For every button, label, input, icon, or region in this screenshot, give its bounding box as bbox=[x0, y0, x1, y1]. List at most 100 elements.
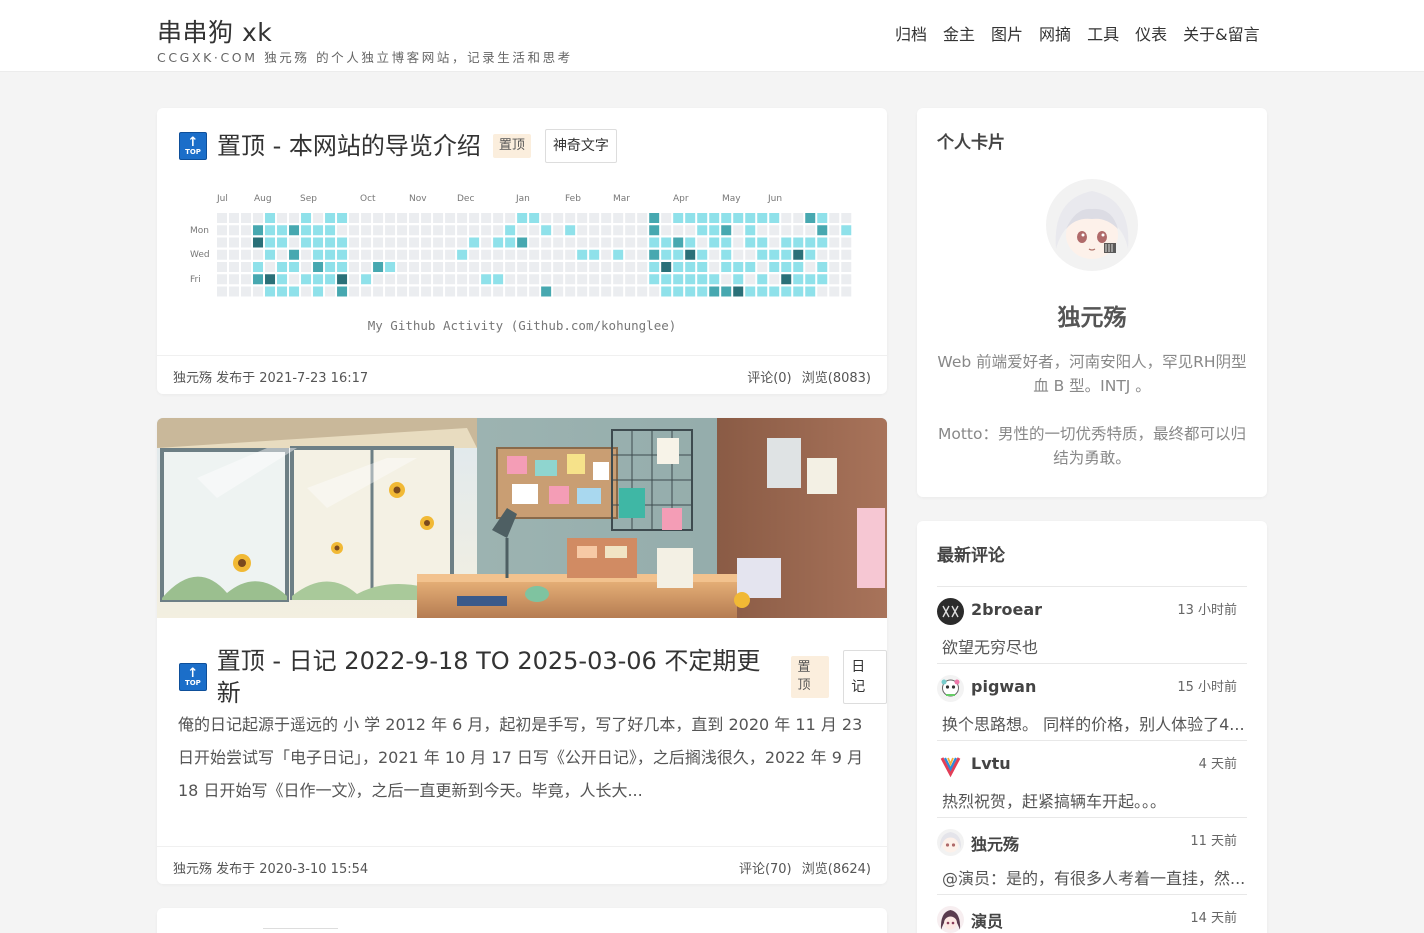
commenter-avatar bbox=[937, 906, 964, 933]
contribution-cell bbox=[421, 237, 432, 248]
nav-sponsors[interactable]: 金主 bbox=[943, 24, 975, 46]
commenter-name[interactable]: 2broear bbox=[971, 600, 1042, 619]
contribution-cell bbox=[541, 286, 552, 297]
contribution-cell bbox=[241, 213, 252, 223]
contribution-cell bbox=[445, 249, 456, 260]
contribution-cell bbox=[433, 274, 444, 285]
view-count: 浏览(8083) bbox=[801, 371, 871, 386]
nav-tools[interactable]: 工具 bbox=[1087, 24, 1119, 46]
contribution-cell bbox=[841, 286, 852, 297]
contribution-cell bbox=[421, 262, 432, 272]
contribution-cell bbox=[697, 225, 708, 236]
post-title[interactable]: 置顶 - 日记 2022-9-18 TO 2025-03-06 不定期更新 bbox=[217, 645, 780, 709]
category-tag[interactable]: 日记 bbox=[843, 650, 887, 704]
contribution-cell bbox=[361, 286, 372, 297]
commenter-name[interactable]: Lvtu bbox=[971, 754, 1011, 773]
contribution-cell bbox=[745, 225, 756, 236]
contribution-cell bbox=[721, 213, 732, 223]
post-title-row: ↑ TOP 置顶 - 日记 2022-9-18 TO 2025-03-06 不定期… bbox=[179, 645, 887, 709]
contribution-cell bbox=[637, 262, 648, 272]
contribution-cell bbox=[445, 225, 456, 236]
contribution-cell bbox=[709, 262, 720, 272]
comment-text[interactable]: @演员：是的，有很多人考着一直挂，然... bbox=[942, 865, 1247, 889]
contribution-cell bbox=[397, 249, 408, 260]
contribution-cell bbox=[625, 249, 636, 260]
commenter-avatar bbox=[937, 752, 964, 779]
post-title[interactable]: 置顶 - 本网站的导览介绍 bbox=[217, 130, 481, 162]
contribution-cell bbox=[829, 237, 840, 248]
comment-item[interactable]: 2broear 13 小时前 欲望无穷尽也 bbox=[937, 586, 1247, 663]
contribution-cell bbox=[397, 237, 408, 248]
nav-dashboard[interactable]: 仪表 bbox=[1135, 24, 1167, 46]
post-banner-image[interactable] bbox=[157, 418, 887, 618]
nav-images[interactable]: 图片 bbox=[991, 24, 1023, 46]
contribution-cell bbox=[469, 274, 480, 285]
contribution-cell bbox=[373, 225, 384, 236]
commenter-name[interactable]: pigwan bbox=[971, 677, 1036, 696]
comment-count[interactable]: 评论(70) bbox=[739, 862, 792, 877]
contribution-cell bbox=[337, 262, 348, 272]
contribution-cell bbox=[349, 262, 360, 272]
contribution-cell bbox=[685, 249, 696, 260]
contribution-cell bbox=[469, 237, 480, 248]
contribution-cell bbox=[805, 274, 816, 285]
brand: 串串狗 xk CCGXK·COM 独元殇 的个人独立博客网站，记录生活和思考 bbox=[157, 16, 573, 66]
contribution-cell bbox=[229, 225, 240, 236]
contribution-cell bbox=[385, 249, 396, 260]
contribution-cell bbox=[553, 249, 564, 260]
contribution-cell bbox=[529, 249, 540, 260]
contribution-cell bbox=[229, 274, 240, 285]
contribution-cell bbox=[673, 213, 684, 223]
avatar[interactable] bbox=[1046, 179, 1138, 271]
contribution-cell bbox=[769, 213, 780, 223]
commenter-name[interactable]: 演员 bbox=[971, 908, 1003, 932]
contribution-cell bbox=[265, 237, 276, 248]
comment-item[interactable]: 独元殇 11 天前 @演员：是的，有很多人考着一直挂，然... bbox=[937, 817, 1247, 894]
contribution-cell bbox=[733, 262, 744, 272]
contribution-cell bbox=[829, 213, 840, 223]
nav-excerpts[interactable]: 网摘 bbox=[1039, 24, 1071, 46]
contribution-cell bbox=[277, 274, 288, 285]
contribution-cell bbox=[565, 286, 576, 297]
contribution-cell bbox=[409, 249, 420, 260]
contribution-cell bbox=[841, 213, 852, 223]
contribution-cell bbox=[493, 274, 504, 285]
contribution-cell bbox=[757, 237, 768, 248]
contribution-cell bbox=[829, 249, 840, 260]
comment-text[interactable]: 换个思路想。 同样的价格，别人体验了4... bbox=[942, 711, 1247, 735]
contribution-cell bbox=[253, 213, 264, 223]
comment-item[interactable]: Lvtu 4 天前 热烈祝贺，赶紧搞辆车开起。。。 bbox=[937, 740, 1247, 817]
site-title[interactable]: 串串狗 xk bbox=[157, 16, 573, 50]
contribution-cell bbox=[421, 213, 432, 223]
comment-item[interactable]: pigwan 15 小时前 换个思路想。 同样的价格，别人体验了4... bbox=[937, 663, 1247, 740]
commenter-name[interactable]: 独元殇 bbox=[971, 831, 1019, 855]
contribution-cell bbox=[721, 274, 732, 285]
contribution-cell bbox=[313, 249, 324, 260]
contribution-cell bbox=[613, 262, 624, 272]
contribution-cell bbox=[541, 274, 552, 285]
comment-count[interactable]: 评论(0) bbox=[747, 371, 791, 386]
comment-item[interactable]: 演员 14 天前 bbox=[937, 894, 1247, 933]
contribution-cell bbox=[577, 262, 588, 272]
contribution-cell bbox=[277, 249, 288, 260]
nav-about[interactable]: 关于&留言 bbox=[1183, 24, 1259, 46]
contribution-cell bbox=[529, 286, 540, 297]
contribution-cell bbox=[577, 274, 588, 285]
category-tag[interactable]: 神奇文字 bbox=[544, 129, 617, 163]
contribution-cell bbox=[661, 237, 672, 248]
contribution-cell bbox=[805, 225, 816, 236]
contribution-cell bbox=[721, 262, 732, 272]
contribution-cell bbox=[817, 286, 828, 297]
contribution-cell bbox=[613, 274, 624, 285]
contribution-cell bbox=[757, 286, 768, 297]
contribution-cell bbox=[325, 262, 336, 272]
comment-text[interactable]: 热烈祝贺，赶紧搞辆车开起。。。 bbox=[942, 788, 1247, 812]
contribution-cell bbox=[589, 225, 600, 236]
contribution-cell bbox=[709, 286, 720, 297]
contribution-cell bbox=[781, 237, 792, 248]
contribution-cell bbox=[265, 225, 276, 236]
nav-archive[interactable]: 归档 bbox=[895, 24, 927, 46]
comment-text[interactable]: 欲望无穷尽也 bbox=[942, 634, 1247, 658]
contribution-cell bbox=[601, 225, 612, 236]
contribution-cell bbox=[397, 262, 408, 272]
